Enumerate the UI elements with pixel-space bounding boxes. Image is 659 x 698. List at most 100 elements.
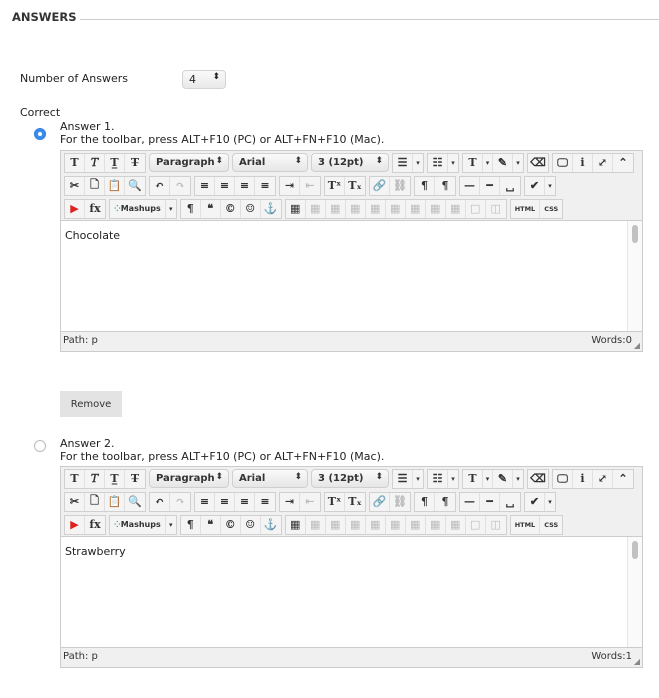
dropdown-button[interactable]: ▾ xyxy=(545,177,555,195)
align-left-button[interactable]: ≡ xyxy=(195,176,215,195)
emoticon-button[interactable]: ☺ xyxy=(241,199,261,218)
dropdown-button[interactable]: ▾ xyxy=(483,153,493,172)
preview-button[interactable]: 🖵 xyxy=(553,469,573,488)
math-button[interactable]: fx xyxy=(85,516,105,534)
strikethrough-button[interactable]: T̶ xyxy=(125,154,145,172)
emoticon-button[interactable]: ☺ xyxy=(241,515,261,534)
del-col-button[interactable]: ▦ xyxy=(426,515,446,534)
font-size-select[interactable]: 3 (12pt) ⬍ xyxy=(311,153,389,172)
paste-button[interactable]: 📋 xyxy=(105,176,125,195)
html-button[interactable]: HTML xyxy=(511,515,541,534)
split-button[interactable]: ▦ xyxy=(386,515,406,534)
table-button[interactable]: ▦ xyxy=(286,199,306,218)
split-col-button[interactable]: ◫ xyxy=(486,516,506,534)
numbered-list-button[interactable]: ☷ xyxy=(428,469,448,488)
underline-button[interactable]: T̲ xyxy=(105,469,125,488)
unlink-button[interactable]: ⛓ xyxy=(390,177,410,195)
pilcrow-button[interactable]: ¶ xyxy=(181,199,201,218)
link-button[interactable]: 🔗 xyxy=(370,492,390,511)
youtube-button[interactable]: ▶ xyxy=(65,515,85,534)
table-button[interactable]: ▦ xyxy=(286,515,306,534)
copy-button[interactable]: 🗋 xyxy=(85,492,105,511)
outdent-button[interactable]: ⇤ xyxy=(300,493,320,511)
align-center-button[interactable]: ≡ xyxy=(215,176,235,195)
bullet-list-button[interactable]: ☰ xyxy=(393,469,413,488)
align-right-button[interactable]: ≡ xyxy=(235,492,255,511)
scrollbar[interactable] xyxy=(627,221,642,331)
split-button[interactable]: ▦ xyxy=(386,199,406,218)
info-button[interactable]: i xyxy=(573,469,593,488)
cell-props-button[interactable]: ▦ xyxy=(446,199,466,218)
fullscreen-button[interactable]: ⤢ xyxy=(593,469,613,488)
info-button[interactable]: i xyxy=(573,153,593,172)
mashups-button[interactable]: ⁘ Mashups xyxy=(110,515,166,534)
underline-button[interactable]: T̲ xyxy=(105,153,125,172)
correct-radio-2[interactable] xyxy=(34,440,46,452)
dropdown-button[interactable]: ▾ xyxy=(166,200,176,218)
mashups-button[interactable]: ⁘ Mashups xyxy=(110,199,166,218)
copyright-button[interactable]: © xyxy=(221,199,241,218)
subscript-button[interactable]: Tₓ xyxy=(345,493,365,511)
col-button[interactable]: ▦ xyxy=(326,199,346,218)
find-button[interactable]: 🔍 xyxy=(125,177,145,195)
font-family-select[interactable]: Arial ⬍ xyxy=(232,153,308,172)
cell-button[interactable]: ▦ xyxy=(346,199,366,218)
dropdown-button[interactable]: ▾ xyxy=(513,154,523,172)
align-right-button[interactable]: ≡ xyxy=(235,176,255,195)
ltr-button[interactable]: ¶ xyxy=(415,492,435,511)
italic-button[interactable]: 𝑇 xyxy=(85,153,105,172)
cut-button[interactable]: ✂ xyxy=(65,492,85,511)
resize-handle-icon[interactable]: ◢ xyxy=(634,657,640,666)
undo-button[interactable]: ↶ xyxy=(150,492,170,511)
align-center-button[interactable]: ≡ xyxy=(215,492,235,511)
col-button[interactable]: ▦ xyxy=(326,515,346,534)
indent-button[interactable]: ⇥ xyxy=(280,492,300,511)
superscript-button[interactable]: Tˣ xyxy=(325,176,345,195)
html-button[interactable]: HTML xyxy=(511,199,541,218)
justify-button[interactable]: ≡ xyxy=(255,177,275,195)
italic-button[interactable]: 𝑇 xyxy=(85,469,105,488)
paragraph-format-select[interactable]: Paragraph ⬍ xyxy=(149,469,229,488)
quote-button[interactable]: ❝ xyxy=(201,515,221,534)
row-button[interactable]: ▦ xyxy=(306,199,326,218)
eraser-button[interactable]: ⌫ xyxy=(528,154,548,172)
thick-rule-button[interactable]: ━ xyxy=(480,176,500,195)
copyright-button[interactable]: © xyxy=(221,515,241,534)
mashups-menu[interactable]: ⁘ Mashups ▾ xyxy=(109,514,177,535)
dropdown-button[interactable]: ▾ xyxy=(483,469,493,488)
font-family-select[interactable]: Arial ⬍ xyxy=(232,469,308,488)
spellcheck-button[interactable]: ✔ xyxy=(525,176,545,195)
pilcrow-button[interactable]: ¶ xyxy=(181,515,201,534)
box-button[interactable]: □ xyxy=(466,515,486,534)
find-button[interactable]: 🔍 xyxy=(125,493,145,511)
outdent-button[interactable]: ⇤ xyxy=(300,177,320,195)
paste-button[interactable]: 📋 xyxy=(105,492,125,511)
highlight-button[interactable]: ✎ xyxy=(493,469,513,488)
editor-content-1[interactable]: Chocolate xyxy=(61,220,642,332)
math-button[interactable]: fx xyxy=(85,200,105,218)
anchor-button[interactable]: ⚓ xyxy=(261,200,281,218)
del-row-button[interactable]: ▦ xyxy=(406,515,426,534)
align-left-button[interactable]: ≡ xyxy=(195,492,215,511)
text-color-button[interactable]: T xyxy=(463,153,483,172)
del-row-button[interactable]: ▦ xyxy=(406,199,426,218)
dropdown-button[interactable]: ▾ xyxy=(513,470,523,488)
unlink-button[interactable]: ⛓ xyxy=(390,493,410,511)
ltr-button[interactable]: ¶ xyxy=(415,176,435,195)
justify-button[interactable]: ≡ xyxy=(255,493,275,511)
cell-button[interactable]: ▦ xyxy=(346,515,366,534)
bold-button[interactable]: T xyxy=(65,469,85,488)
paragraph-format-select[interactable]: Paragraph ⬍ xyxy=(149,153,229,172)
highlight-button[interactable]: ✎ xyxy=(493,153,513,172)
font-size-select[interactable]: 3 (12pt) ⬍ xyxy=(311,469,389,488)
css-button[interactable]: CSS xyxy=(540,516,562,534)
box-button[interactable]: □ xyxy=(466,199,486,218)
editor-content-2[interactable]: Strawberry xyxy=(61,536,642,648)
dropdown-button[interactable]: ▾ xyxy=(413,154,423,172)
collapse-button[interactable]: ⌃ xyxy=(613,154,633,172)
nbsp-button[interactable]: ␣ xyxy=(500,177,520,195)
fullscreen-button[interactable]: ⤢ xyxy=(593,153,613,172)
spellcheck-button[interactable]: ✔ xyxy=(525,492,545,511)
redo-button[interactable]: ↷ xyxy=(170,493,190,511)
row-button[interactable]: ▦ xyxy=(306,515,326,534)
